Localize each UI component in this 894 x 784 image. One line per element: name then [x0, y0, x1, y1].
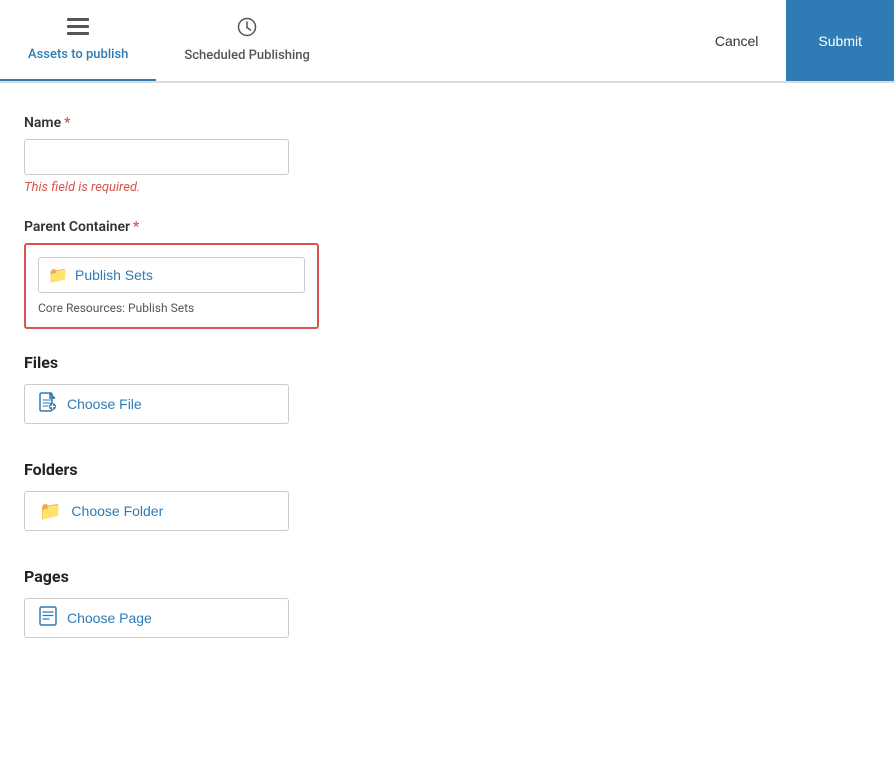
parent-container-input[interactable]	[38, 257, 305, 293]
page-icon	[39, 606, 57, 631]
choose-page-button[interactable]: Choose Page	[24, 598, 289, 638]
folder-icon: 📁	[39, 501, 61, 522]
choose-folder-button[interactable]: 📁 Choose Folder	[24, 491, 289, 531]
files-heading: Files	[24, 353, 576, 372]
choose-file-button[interactable]: Choose File	[24, 384, 289, 424]
tab-scheduled-publishing[interactable]: Scheduled Publishing	[156, 0, 338, 82]
parent-container-field-group: Parent Container* 📁 Core Resources: Publ…	[24, 219, 576, 329]
header: Assets to publish Scheduled Publishing C…	[0, 0, 894, 83]
parent-container-label: Parent Container*	[24, 219, 576, 235]
pages-section: Pages Choose Page	[24, 567, 576, 638]
file-icon	[39, 392, 57, 417]
tab-assets-to-publish[interactable]: Assets to publish	[0, 0, 156, 82]
folders-section: Folders 📁 Choose Folder	[24, 460, 576, 531]
assets-icon	[67, 17, 89, 41]
header-actions: Cancel Submit	[687, 0, 894, 82]
choose-page-label: Choose Page	[67, 610, 152, 626]
parent-container-input-wrapper: 📁	[38, 257, 305, 293]
submit-button[interactable]: Submit	[786, 0, 894, 82]
choose-file-label: Choose File	[67, 396, 142, 412]
name-field-group: Name* This field is required.	[24, 115, 576, 195]
container-path: Core Resources: Publish Sets	[38, 301, 305, 315]
name-error: This field is required.	[24, 180, 576, 195]
tab-scheduled-label: Scheduled Publishing	[184, 48, 310, 63]
content-area: Name* This field is required. Parent Con…	[0, 83, 600, 706]
name-input[interactable]	[24, 139, 289, 175]
pages-heading: Pages	[24, 567, 576, 586]
tab-assets-label: Assets to publish	[28, 47, 128, 62]
folders-heading: Folders	[24, 460, 576, 479]
cancel-button[interactable]: Cancel	[687, 0, 787, 82]
choose-folder-label: Choose Folder	[71, 503, 163, 519]
files-section: Files Choose File	[24, 353, 576, 424]
name-label: Name*	[24, 115, 576, 131]
clock-icon	[237, 17, 257, 42]
parent-container-box: 📁 Core Resources: Publish Sets	[24, 243, 319, 329]
